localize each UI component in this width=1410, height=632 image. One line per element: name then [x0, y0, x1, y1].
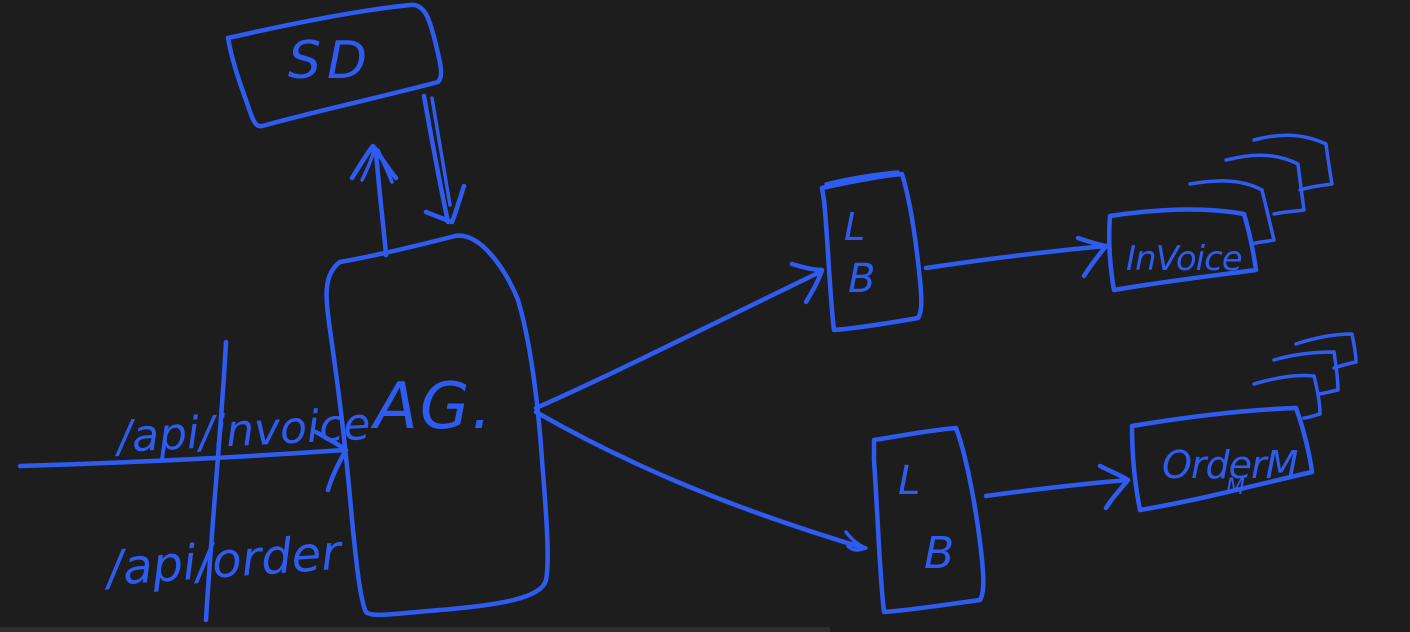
- load-balancer-bottom-label-2: B: [924, 528, 954, 579]
- arrow-shaft: [923, 243, 1109, 271]
- service-discovery-label: SD: [288, 31, 373, 91]
- arrow-shaft: [983, 477, 1131, 499]
- load-balancer-bottom-box: [871, 425, 986, 615]
- discovery-to-gateway-arrow: [421, 93, 467, 225]
- gateway-to-lb-bottom-arrow: [533, 409, 868, 552]
- whiteboard-canvas: SD AG. /api/invoice /api/order L B L B I…: [0, 0, 1410, 632]
- arrow-head: [1075, 235, 1109, 279]
- lb-top-to-invoice-arrow: [923, 235, 1109, 279]
- load-balancer-top-node: L B: [819, 170, 924, 333]
- video-progress-track: [0, 627, 830, 632]
- invoice-service-node: InVoice: [1106, 133, 1334, 293]
- order-route: /api/order: [101, 525, 346, 598]
- instance-box-3: [1272, 350, 1340, 396]
- load-balancer-top-box: [819, 171, 924, 333]
- gateway-to-discovery-arrow: [349, 143, 399, 258]
- order-service-label-2: M: [1226, 475, 1245, 500]
- order-route-label: /api/order: [101, 525, 346, 598]
- architecture-diagram: SD AG. /api/invoice /api/order L B L B I…: [17, 2, 1358, 623]
- gateway-to-lb-top-arrow: [533, 261, 825, 411]
- lb-bottom-to-order-arrow: [983, 463, 1131, 511]
- invoice-service-label: InVoice: [1126, 239, 1242, 279]
- invoice-route-label: /api/invoice: [112, 399, 372, 463]
- api-gateway-label: AG.: [370, 370, 494, 444]
- arrow-shaft: [533, 409, 867, 551]
- load-balancer-top-label-2: B: [848, 256, 875, 302]
- arrow-head: [1097, 463, 1131, 511]
- order-service-node: OrderM M: [1129, 332, 1358, 513]
- arrow-shaft: [533, 269, 823, 411]
- load-balancer-bottom-node: L B: [871, 425, 986, 615]
- load-balancer-top-label-1: L: [844, 205, 865, 249]
- service-discovery-node: SD: [225, 2, 444, 129]
- load-balancer-bottom-label-1: L: [898, 458, 920, 504]
